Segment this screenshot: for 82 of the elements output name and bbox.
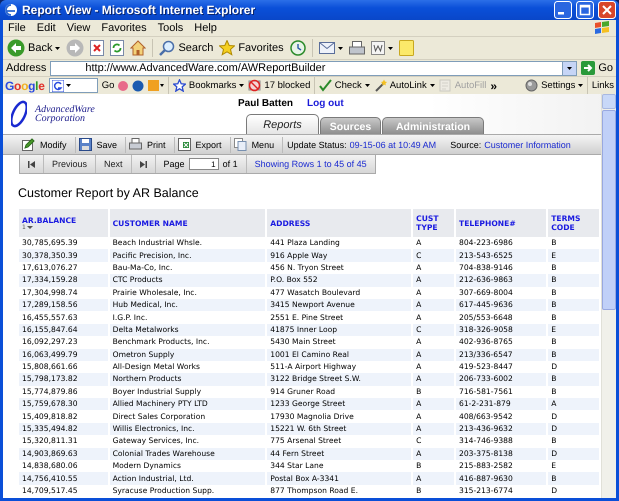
spellcheck-icon[interactable]: [318, 79, 332, 92]
go-arrow-icon[interactable]: [581, 61, 596, 75]
window-title: Report View - Microsoft Internet Explorer: [22, 3, 256, 17]
go-button[interactable]: Go: [102, 80, 114, 91]
blocked-icon[interactable]: [248, 79, 262, 92]
maximize-icon[interactable]: [576, 1, 594, 19]
caret-icon[interactable]: [364, 84, 370, 87]
user-name: Paul Batten: [238, 98, 294, 111]
status-value: 09-15-06 at 10:49 AM: [350, 140, 436, 150]
printer-icon[interactable]: [348, 40, 365, 56]
star-icon[interactable]: [219, 40, 236, 56]
caret-icon[interactable]: [567, 66, 572, 70]
source-link[interactable]: Customer Information: [484, 140, 571, 150]
go-button[interactable]: Go: [598, 62, 613, 74]
minimize-icon[interactable]: [554, 1, 572, 19]
stop-icon[interactable]: [90, 40, 104, 56]
toolbar-label[interactable]: AutoLink: [390, 80, 427, 91]
toolbar-label[interactable]: Check: [334, 80, 362, 91]
orbit-icon: [11, 99, 27, 129]
toolbar-button[interactable]: Print: [147, 140, 166, 150]
menu-item[interactable]: Favorites: [96, 22, 153, 34]
home-icon[interactable]: [130, 40, 146, 56]
row-count: Showing Rows 1 to 45 of 45: [254, 159, 367, 169]
status-label: Update Status:: [287, 140, 347, 150]
address-label: Address: [6, 62, 46, 74]
toolbar-button[interactable]: Export: [196, 140, 222, 150]
menu-item[interactable]: File: [3, 22, 32, 34]
menu-item[interactable]: Help: [189, 22, 223, 34]
caret-icon[interactable]: [338, 46, 343, 50]
previous-button[interactable]: Previous: [44, 155, 96, 173]
search-icon[interactable]: [159, 40, 176, 56]
toolbar-label[interactable]: Settings: [541, 80, 576, 91]
report-title: Customer Report by AR Balance: [18, 186, 200, 200]
next-button[interactable]: Next: [96, 155, 132, 173]
caret-icon[interactable]: [239, 84, 244, 87]
g-icon[interactable]: [52, 80, 64, 92]
caret-icon[interactable]: [388, 46, 393, 50]
menu-item[interactable]: View: [62, 22, 96, 34]
caret-icon[interactable]: [430, 84, 435, 87]
sort-arrow-icon[interactable]: [26, 226, 33, 229]
pages-icon[interactable]: [234, 138, 247, 151]
refresh-icon[interactable]: [110, 40, 124, 56]
search-field[interactable]: [48, 78, 98, 93]
spreadsheet-icon[interactable]: [178, 138, 191, 151]
google-logo: Google: [5, 78, 45, 92]
pencil-icon[interactable]: [22, 138, 35, 151]
toolbar-label[interactable]: Bookmarks: [188, 80, 236, 91]
menu-item[interactable]: Edit: [32, 22, 62, 34]
toolbar-icons-drawing[interactable]: [118, 79, 164, 92]
scrollbar[interactable]: [601, 94, 616, 498]
toolbar-label[interactable]: Favorites: [238, 42, 284, 54]
company-logo: AdvancedWare Corporation: [3, 94, 113, 134]
first-page-icon[interactable]: [28, 160, 35, 168]
last-page-icon[interactable]: [140, 160, 147, 168]
toolbar-button[interactable]: Menu: [252, 140, 274, 150]
envelope-icon[interactable]: [318, 42, 335, 54]
address-field[interactable]: http://www.AdvancedWare.com/AWReportBuilder: [50, 60, 578, 76]
printer-icon[interactable]: [129, 138, 142, 151]
tab[interactable]: Reports: [246, 114, 319, 134]
caret-icon[interactable]: [55, 46, 60, 50]
source-label: Source:: [450, 140, 482, 150]
toolbar-label[interactable]: Search: [178, 42, 214, 54]
links-label[interactable]: Links: [592, 80, 614, 91]
logout-link[interactable]: Log out: [307, 98, 344, 112]
wand-icon[interactable]: [374, 79, 387, 92]
caret-icon[interactable]: [578, 84, 584, 87]
more-chevron[interactable]: »: [490, 78, 498, 92]
browser-icon: [4, 3, 18, 17]
toolbar-button[interactable]: Modify: [40, 140, 67, 150]
toolbar-label[interactable]: 17 blocked: [264, 80, 310, 91]
page-count: of 1: [222, 159, 238, 169]
page-field[interactable]: 1: [188, 158, 219, 170]
clock-icon[interactable]: [290, 40, 306, 56]
flag-logo-icon: [594, 21, 610, 35]
document-icon[interactable]: [370, 41, 385, 55]
page-label: Page: [164, 159, 185, 169]
toolbar-button[interactable]: Save: [96, 140, 118, 150]
star-outline-icon[interactable]: [172, 79, 186, 92]
caret-icon[interactable]: [66, 84, 71, 87]
close-icon[interactable]: [598, 1, 616, 19]
menu-item[interactable]: Tools: [152, 22, 190, 34]
toolbar-label[interactable]: Back: [28, 42, 52, 54]
